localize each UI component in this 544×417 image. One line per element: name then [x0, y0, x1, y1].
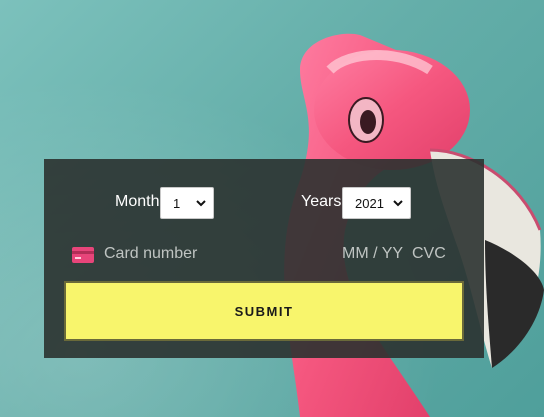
- month-select-value: 1: [173, 195, 181, 211]
- month-select[interactable]: 1: [160, 187, 214, 219]
- cvc-input[interactable]: CVC: [412, 245, 446, 263]
- card-number-input[interactable]: Card number: [104, 245, 294, 263]
- chevron-down-icon: [196, 200, 206, 207]
- expiry-input[interactable]: MM / YY: [342, 245, 403, 263]
- years-select[interactable]: 2021: [342, 187, 411, 219]
- submit-button[interactable]: SUBMIT: [64, 281, 464, 341]
- card-row: Card number MM / YY CVC: [44, 243, 484, 267]
- years-select-value: 2021: [355, 195, 384, 211]
- credit-card-icon: [72, 247, 94, 263]
- payment-form-panel: Month 1 Years 2021 Card number MM / YY C…: [44, 159, 484, 358]
- month-label: Month: [115, 193, 160, 210]
- chevron-down-icon: [393, 200, 403, 207]
- years-label: Years: [301, 193, 342, 210]
- date-row: Month 1 Years 2021: [44, 187, 484, 221]
